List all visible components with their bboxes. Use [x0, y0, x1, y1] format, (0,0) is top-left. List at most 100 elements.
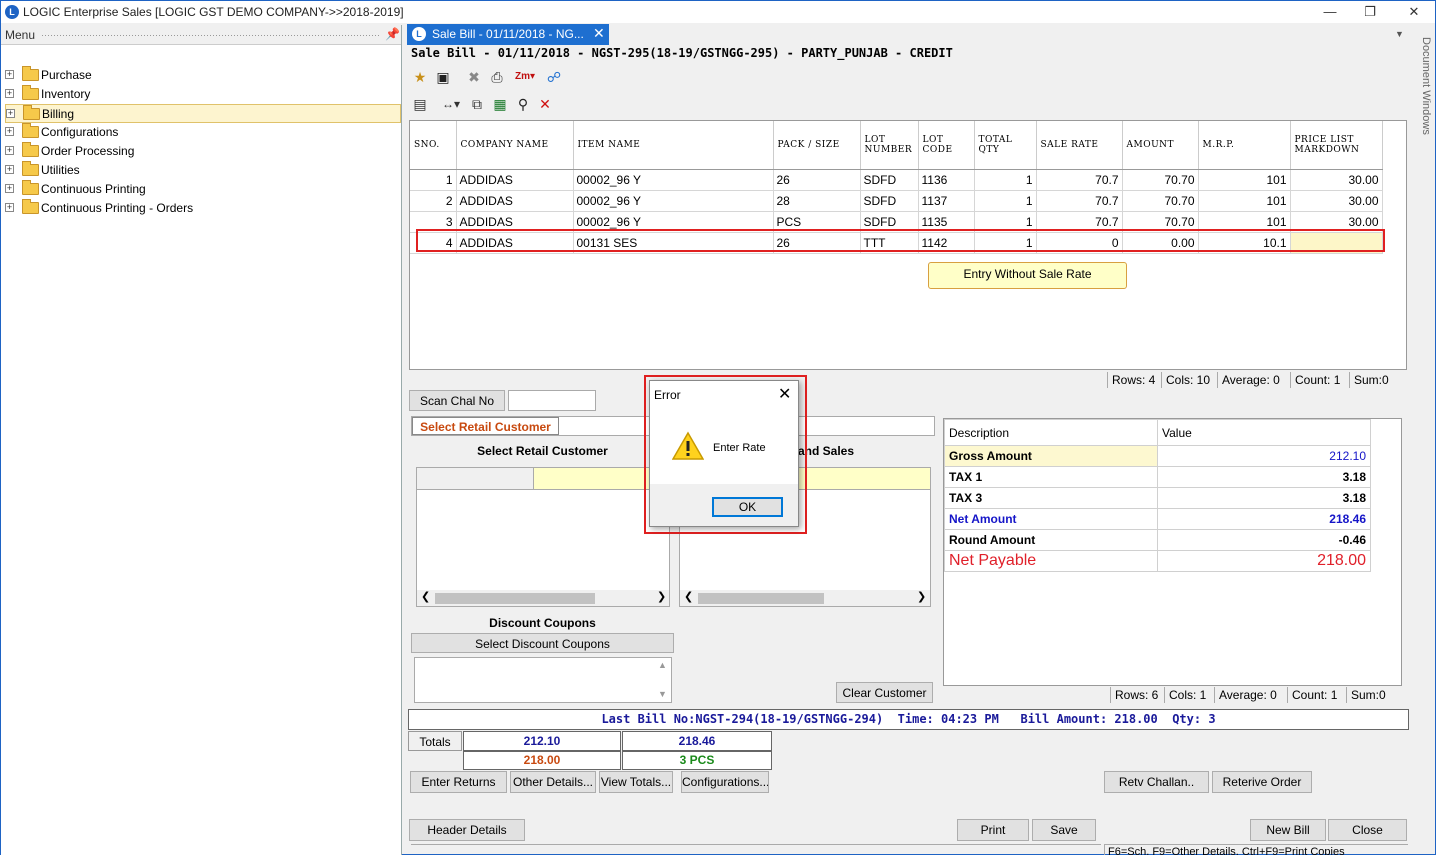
printer-icon[interactable]: ⎙ — [487, 67, 507, 87]
scroll-right-icon[interactable]: ❯ — [917, 590, 926, 603]
header-details-button[interactable]: Header Details — [409, 819, 525, 841]
copy-icon[interactable]: ⧉ — [467, 94, 487, 114]
scroll-down-icon[interactable]: ▼ — [658, 689, 667, 699]
retail-customer-list[interactable]: ❮ ❯ — [416, 467, 670, 607]
menu-item-purchase[interactable]: + Purchase — [5, 66, 401, 85]
new-icon[interactable]: ★ — [410, 67, 430, 87]
scroll-right-icon[interactable]: ❯ — [657, 590, 666, 603]
summary-row[interactable]: Net Payable 218.00 — [944, 550, 1371, 572]
expand-icon[interactable]: + — [5, 70, 14, 79]
cell-sale-rate[interactable]: 70.7 — [1036, 169, 1123, 191]
menu-item-inventory[interactable]: + Inventory — [5, 85, 401, 104]
minimize-icon[interactable]: — — [1310, 1, 1350, 23]
expand-icon[interactable]: + — [5, 165, 14, 174]
cell-item[interactable]: 00002_96 Y — [573, 169, 774, 191]
col-sale-rate[interactable]: SALE RATE — [1036, 121, 1123, 170]
col-company-name[interactable]: COMPANY NAME — [456, 121, 574, 170]
menu-item-continuous-printing[interactable]: + Continuous Printing — [5, 180, 401, 199]
scroll-thumb[interactable] — [435, 593, 595, 604]
col-item-name[interactable]: ITEM NAME — [573, 121, 774, 170]
cell-qty[interactable]: 1 — [974, 169, 1037, 191]
menu-item-utilities[interactable]: + Utilities — [5, 161, 401, 180]
sales-hscrollbar[interactable]: ❮ ❯ — [680, 590, 930, 606]
summary-row[interactable]: Net Amount 218.46 — [944, 508, 1371, 530]
scroll-left-icon[interactable]: ❮ — [684, 590, 693, 603]
expand-icon[interactable]: + — [5, 203, 14, 212]
retail-hscrollbar[interactable]: ❮ ❯ — [417, 590, 669, 606]
clear-customer-button[interactable]: Clear Customer — [836, 682, 933, 703]
tab-sale-bill[interactable]: L Sale Bill - 01/11/2018 - NG... ✕ — [407, 24, 609, 45]
binoculars-icon[interactable]: ⚲ — [513, 94, 533, 114]
tab-dropdown-icon[interactable]: ▼ — [1395, 29, 1404, 39]
col-pack-size[interactable]: PACK / SIZE — [773, 121, 861, 170]
cell-markdown[interactable]: 30.00 — [1290, 190, 1383, 212]
scroll-up-icon[interactable]: ▲ — [658, 660, 667, 670]
close-button[interactable]: Close — [1328, 819, 1407, 841]
select-retail-customer-button[interactable]: Select Retail Customer — [412, 417, 559, 435]
cell-lot-code[interactable]: 1137 — [918, 190, 975, 212]
cell-qty[interactable]: 1 — [974, 190, 1037, 212]
configurations-button[interactable]: Configurations... — [681, 771, 769, 793]
cell-item[interactable]: 00002_96 Y — [573, 190, 774, 212]
summary-col-description[interactable]: Description — [944, 419, 1158, 446]
expand-icon[interactable]: + — [6, 109, 15, 118]
scan-chal-input[interactable] — [508, 390, 596, 411]
menu-item-configurations[interactable]: + Configurations — [5, 123, 401, 142]
cell-company[interactable]: ADDIDAS — [456, 169, 574, 191]
cell-markdown[interactable]: 30.00 — [1290, 169, 1383, 191]
calculator-icon[interactable]: ▤ — [410, 94, 430, 114]
cell-sno[interactable]: 1 — [410, 169, 457, 191]
ok-button[interactable]: OK — [712, 497, 783, 517]
col-mrp[interactable]: M.R.P. — [1198, 121, 1291, 170]
cell-mrp[interactable]: 101 — [1198, 169, 1291, 191]
summary-row[interactable]: Gross Amount 212.10 — [944, 445, 1371, 467]
expand-icon[interactable]: + — [5, 127, 14, 136]
cell-pack[interactable]: 26 — [773, 169, 861, 191]
summary-row[interactable]: Round Amount -0.46 — [944, 529, 1371, 551]
summary-row[interactable]: TAX 3 3.18 — [944, 487, 1371, 509]
cell-company[interactable]: ADDIDAS — [456, 190, 574, 212]
save-icon[interactable]: ▣ — [433, 67, 453, 87]
other-details-button[interactable]: Other Details... — [510, 771, 596, 793]
resize-columns-icon[interactable]: ↔▾ — [438, 94, 464, 114]
retrieve-order-button[interactable]: Reterive Order — [1212, 771, 1312, 793]
document-windows-panel[interactable]: Document Windows — [1420, 37, 1432, 135]
cell-pack[interactable]: 28 — [773, 190, 861, 212]
cell-lot-number[interactable]: SDFD — [860, 169, 919, 191]
zoom-icon[interactable]: Zm▾ — [511, 67, 539, 87]
dialog-close-icon[interactable]: ✕ — [778, 384, 791, 404]
select-discount-coupons-button[interactable]: Select Discount Coupons — [411, 633, 674, 653]
new-bill-button[interactable]: New Bill — [1250, 819, 1326, 841]
expand-icon[interactable]: + — [5, 146, 14, 155]
menu-item-continuous-printing-orders[interactable]: + Continuous Printing - Orders — [5, 199, 401, 218]
table-row[interactable]: 1 ADDIDAS 00002_96 Y 26 SDFD 1136 1 70.7… — [410, 169, 1383, 191]
cell-lot-number[interactable]: SDFD — [860, 190, 919, 212]
cell-mrp[interactable]: 101 — [1198, 190, 1291, 212]
menu-item-billing[interactable]: + Billing — [5, 104, 401, 123]
col-total-qty[interactable]: TOTAL QTY — [974, 121, 1037, 170]
col-lot-code[interactable]: LOT CODE — [918, 121, 975, 170]
tab-close-icon[interactable]: ✕ — [593, 25, 605, 42]
restore-icon[interactable]: ❐ — [1350, 1, 1390, 23]
retv-challan-button[interactable]: Retv Challan.. — [1104, 771, 1209, 793]
col-sno[interactable]: SNO. — [410, 121, 457, 170]
expand-icon[interactable]: + — [5, 89, 14, 98]
view-totals-button[interactable]: View Totals... — [599, 771, 673, 793]
scroll-thumb[interactable] — [698, 593, 824, 604]
cancel-icon[interactable]: ✕ — [535, 94, 555, 114]
print-button[interactable]: Print — [957, 819, 1029, 841]
scroll-left-icon[interactable]: ❮ — [421, 590, 430, 603]
enter-returns-button[interactable]: Enter Returns — [410, 771, 507, 793]
network-icon[interactable]: ☍ — [544, 67, 564, 87]
menu-item-order-processing[interactable]: + Order Processing — [5, 142, 401, 161]
summary-row[interactable]: TAX 1 3.18 — [944, 466, 1371, 488]
save-button[interactable]: Save — [1032, 819, 1096, 841]
pin-icon[interactable]: 📌 — [385, 27, 400, 41]
cell-amount[interactable]: 70.70 — [1122, 190, 1199, 212]
menu-grip[interactable] — [41, 34, 381, 38]
delete-icon[interactable]: ✖ — [464, 67, 484, 87]
table-row[interactable]: 2 ADDIDAS 00002_96 Y 28 SDFD 1137 1 70.7… — [410, 190, 1383, 212]
cell-amount[interactable]: 70.70 — [1122, 169, 1199, 191]
excel-icon[interactable]: ▦ — [490, 94, 510, 114]
summary-col-value[interactable]: Value — [1157, 419, 1371, 446]
